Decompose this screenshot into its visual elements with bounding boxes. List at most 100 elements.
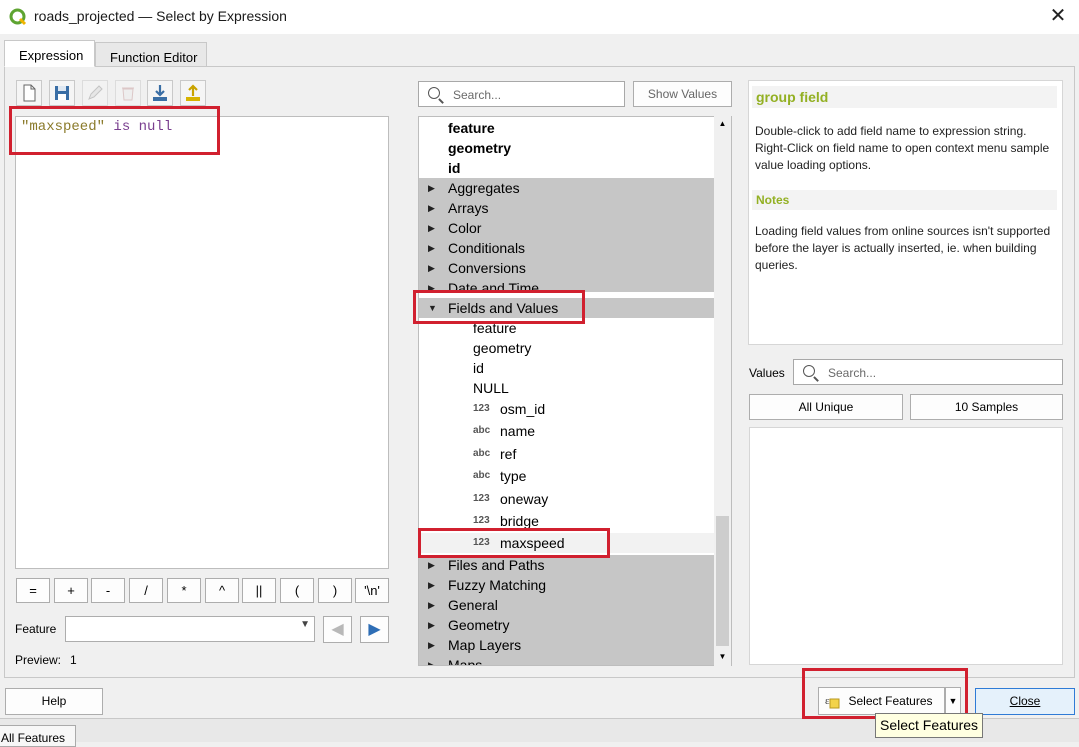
tree-group-aggregates[interactable]: ▶ Aggregates — [419, 178, 715, 198]
tree-group-geometry[interactable]: ▶ Geometry — [419, 615, 715, 635]
next-feature-button[interactable]: ▶ — [360, 616, 389, 643]
tree-group-maps[interactable]: ▶ Maps — [419, 655, 715, 666]
operator-power-button[interactable]: ^ — [205, 578, 239, 603]
tab-function-editor[interactable]: Function Editor — [95, 42, 207, 67]
select-features-dropdown-button[interactable]: ▼ — [945, 687, 961, 715]
select-features-button[interactable]: ε Select Features — [818, 687, 945, 715]
tree-group-files-and-paths[interactable]: ▶ Files and Paths — [419, 555, 715, 575]
expression-keyword-token: is null — [105, 119, 173, 135]
tree-group-arrays[interactable]: ▶ Arrays — [419, 198, 715, 218]
operator-concat-button[interactable]: || — [242, 578, 276, 603]
import-button[interactable] — [147, 80, 173, 106]
function-search-input[interactable]: Search... — [418, 81, 625, 107]
expression-field-token: "maxspeed" — [21, 119, 106, 135]
tree-group-map-layers[interactable]: ▶ Map Layers — [419, 635, 715, 655]
string-type-icon: abc — [473, 470, 491, 481]
operator-multiply-button[interactable]: * — [167, 578, 201, 603]
show-values-button[interactable]: Show Values — [633, 81, 732, 107]
integer-type-icon: 123 — [473, 537, 490, 548]
tree-group-fuzzy-matching[interactable]: ▶ Fuzzy Matching — [419, 575, 715, 595]
collapse-arrow-icon: ▼ — [428, 303, 437, 313]
trash-icon — [122, 87, 134, 101]
operator-minus-button[interactable]: - — [91, 578, 125, 603]
new-file-button[interactable] — [16, 80, 42, 106]
tab-expression[interactable]: Expression — [4, 40, 95, 67]
operator-close-paren-button[interactable]: ) — [318, 578, 352, 603]
function-tree[interactable]: feature geometry id ▶ Aggregates ▶ Arrays … — [418, 116, 732, 666]
string-type-icon: abc — [473, 425, 491, 436]
expand-arrow-icon: ▶ — [428, 600, 435, 610]
integer-type-icon: 123 — [473, 515, 490, 526]
values-list[interactable] — [749, 427, 1063, 665]
tree-group-color[interactable]: ▶ Color — [419, 218, 715, 238]
scroll-up-icon[interactable]: ▲ — [714, 116, 731, 132]
tree-group-conversions[interactable]: ▶ Conversions — [419, 258, 715, 278]
close-label: Close — [1009, 694, 1041, 708]
help-text: Double-click to add field name to expres… — [755, 124, 1050, 172]
help-notes-heading: Notes — [752, 190, 1057, 210]
help-notes-text: Loading field values from online sources… — [755, 224, 1051, 272]
operator-open-paren-button[interactable]: ( — [280, 578, 314, 603]
window-close-icon[interactable]: ✕ — [1046, 3, 1070, 29]
save-button[interactable] — [49, 80, 75, 106]
tree-group-general[interactable]: ▶ General — [419, 595, 715, 615]
help-button[interactable]: Help — [5, 688, 103, 715]
delete-button[interactable] — [115, 80, 141, 106]
function-search-placeholder: Search... — [453, 88, 502, 102]
operator-newline-button[interactable]: '\n' — [355, 578, 389, 603]
feature-combo[interactable]: ▼ — [65, 616, 315, 642]
integer-type-icon: 123 — [473, 493, 490, 504]
new-file-icon — [23, 84, 36, 102]
values-search-placeholder: Search... — [828, 366, 877, 380]
svg-text:ε: ε — [825, 695, 830, 707]
triangle-right-icon: ▶ — [368, 621, 381, 638]
tree-group-fields-and-values[interactable]: ▼ Fields and Values — [419, 298, 715, 318]
chevron-down-icon: ▼ — [300, 619, 310, 630]
operator-plus-button[interactable]: + — [54, 578, 88, 603]
expand-arrow-icon: ▶ — [428, 660, 435, 666]
triangle-left-icon: ◀ — [331, 621, 344, 638]
import-icon — [153, 85, 167, 101]
integer-type-icon: 123 — [473, 403, 490, 414]
edit-icon — [88, 85, 103, 100]
expand-arrow-icon: ▶ — [428, 203, 435, 213]
tree-field-maxspeed[interactable]: 123 maxspeed — [419, 533, 715, 553]
expand-arrow-icon: ▶ — [428, 640, 435, 650]
expand-arrow-icon: ▶ — [428, 620, 435, 630]
preview-label: Preview: — [15, 653, 62, 667]
scroll-down-icon[interactable]: ▼ — [714, 649, 731, 665]
select-features-tooltip: Select Features — [875, 713, 983, 738]
expand-arrow-icon: ▶ — [428, 263, 435, 273]
expression-editor[interactable]: "maxspeed" is null — [15, 116, 389, 569]
close-button[interactable]: Close — [975, 688, 1075, 715]
preview-value: 1 — [70, 653, 77, 667]
ten-samples-button[interactable]: 10 Samples — [910, 394, 1063, 420]
all-features-tab[interactable]: All Features — [0, 725, 76, 747]
window-title: roads_projected — Select by Expression — [34, 8, 287, 24]
operator-divide-button[interactable]: / — [129, 578, 163, 603]
values-label: Values — [749, 366, 785, 380]
search-icon — [803, 365, 815, 377]
export-button[interactable] — [180, 80, 206, 106]
scroll-track — [716, 134, 729, 514]
expand-arrow-icon: ▶ — [428, 183, 435, 193]
qgis-logo-icon — [9, 8, 27, 26]
help-panel: group field Double-click to add field na… — [748, 80, 1063, 345]
values-search-input[interactable]: Search... — [793, 359, 1063, 385]
string-type-icon: abc — [473, 448, 491, 459]
expand-arrow-icon: ▶ — [428, 560, 435, 570]
scroll-thumb[interactable] — [716, 516, 729, 646]
select-features-label: Select Features — [848, 694, 933, 708]
expand-arrow-icon: ▶ — [428, 580, 435, 590]
tree-group-date-and-time[interactable]: ▶ Date and Time — [419, 278, 715, 292]
select-by-expression-icon: ε — [825, 695, 840, 709]
tree-scrollbar[interactable]: ▲ ▼ — [714, 116, 731, 666]
tree-group-conditionals[interactable]: ▶ Conditionals — [419, 238, 715, 258]
search-icon — [428, 87, 440, 99]
operator-equals-button[interactable]: = — [16, 578, 50, 603]
all-unique-button[interactable]: All Unique — [749, 394, 903, 420]
expand-arrow-icon: ▶ — [428, 243, 435, 253]
previous-feature-button[interactable]: ◀ — [323, 616, 352, 643]
edit-button[interactable] — [82, 80, 108, 106]
expand-arrow-icon: ▶ — [428, 223, 435, 233]
